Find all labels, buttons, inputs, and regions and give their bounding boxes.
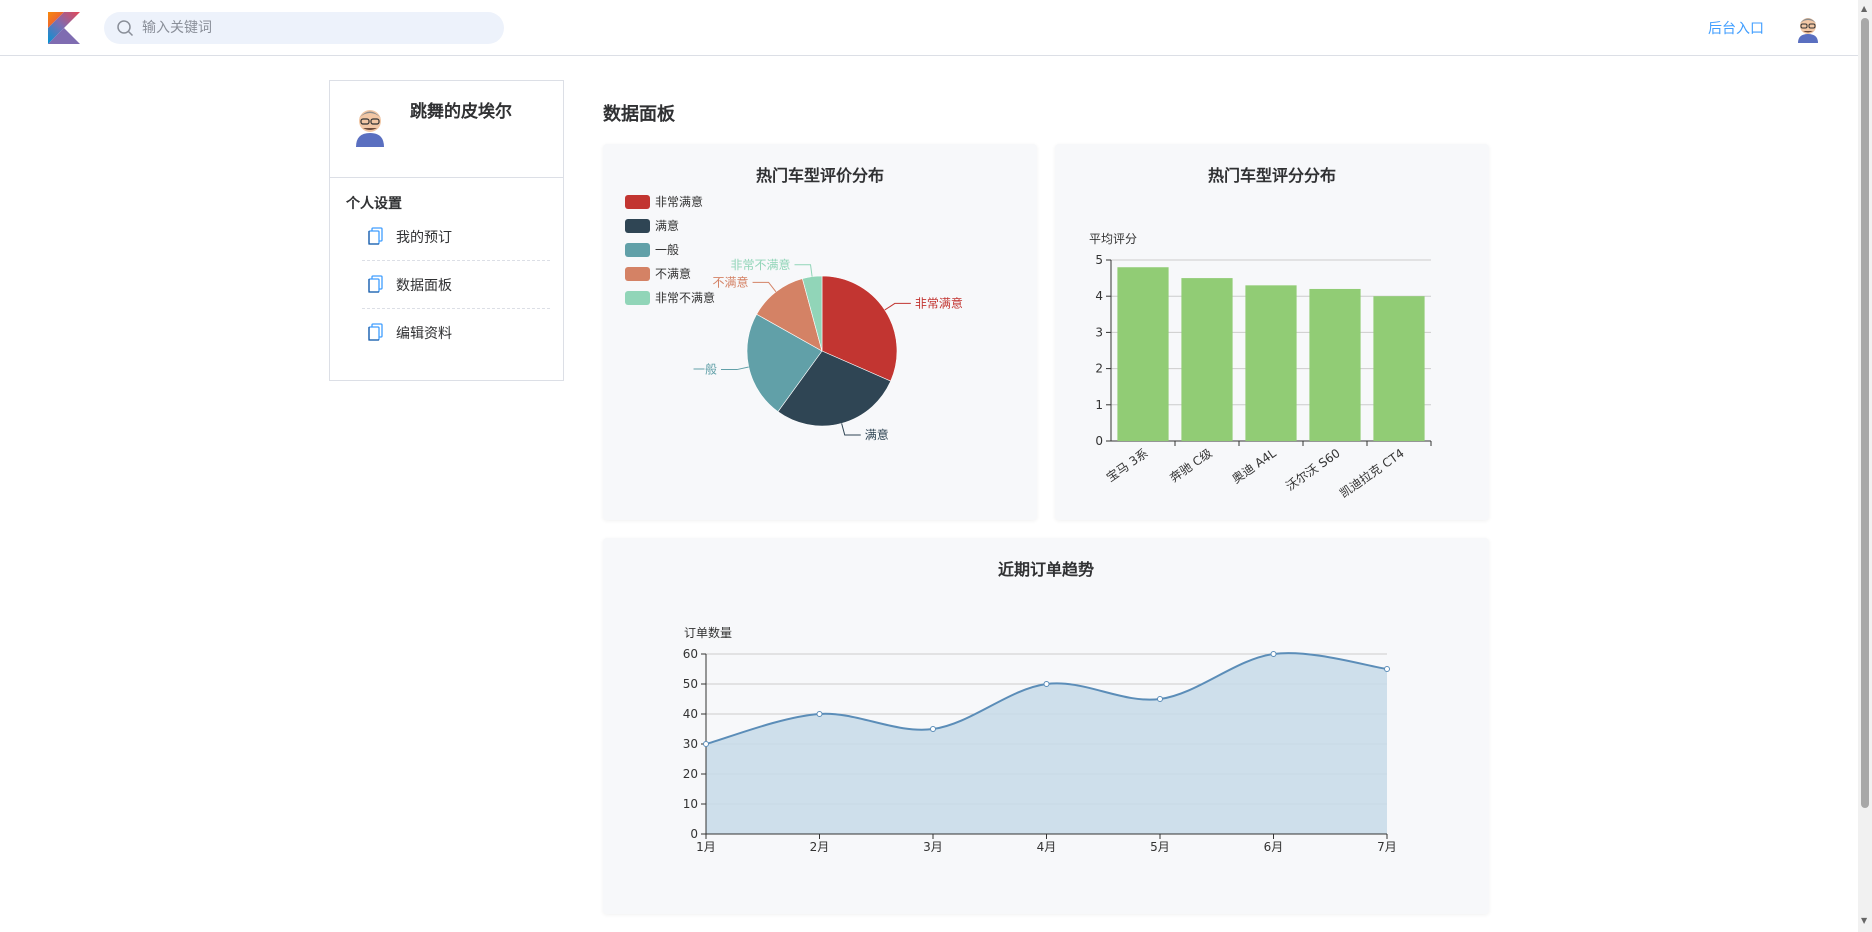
top-navbar: 后台入口 xyxy=(0,0,1858,56)
data-point xyxy=(1384,666,1390,672)
y-tick-label: 0 xyxy=(690,827,698,841)
sidebar-item-label: 数据面板 xyxy=(396,277,452,294)
data-point xyxy=(1270,651,1277,657)
bar xyxy=(1117,267,1169,441)
legend-swatch xyxy=(625,219,650,233)
bar xyxy=(1181,278,1233,441)
legend-label: 一般 xyxy=(655,242,679,257)
legend-label: 非常不满意 xyxy=(655,290,715,305)
data-point xyxy=(703,741,709,747)
bar-chart-card: 热门车型评分分布 平均评分 0 1 2 3 4 5 宝马 3系 奔驰 C级 奥迪 A4L 沃尔沃 S… xyxy=(1055,144,1489,520)
y-tick-label: 2 xyxy=(1095,362,1103,376)
x-tick-label: 1月 xyxy=(696,840,716,854)
legend-label: 满意 xyxy=(655,218,679,233)
pie-chart-card: 热门车型评价分布 非常满意 满意 一般 不满意 非常不满意 非常满意 满意 一般 不满意 非常不满… xyxy=(603,144,1037,520)
y-tick-label: 3 xyxy=(1095,325,1103,339)
user-sidebar: 跳舞的皮埃尔 个人设置 我的预订 数据面板 编辑资料 xyxy=(329,80,564,381)
y-axis-label: 订单数量 xyxy=(684,625,732,640)
bar-chart: 平均评分 0 1 2 3 4 5 宝马 3系 奔驰 C级 奥迪 A4L 沃尔沃 S60凯迪拉克 CT… xyxy=(1089,232,1432,501)
x-tick-label: 凯迪拉克 CT4 xyxy=(1337,445,1407,500)
y-tick-label: 60 xyxy=(683,647,698,661)
legend-swatch xyxy=(625,243,650,257)
sidebar-item-my-bookings[interactable]: 我的预订 xyxy=(362,213,550,261)
bar xyxy=(1309,288,1361,441)
search-box[interactable] xyxy=(104,12,504,44)
sidebar-item-label: 我的预订 xyxy=(396,229,452,246)
page-title: 数据面板 xyxy=(603,104,675,125)
document-icon xyxy=(368,226,383,245)
line-chart-card: 近期订单趋势 订单数量 0 10 20 30 40 50 60 1月 2月 3月 4月 5月 6月 7月 xyxy=(603,538,1489,914)
y-tick-label: 40 xyxy=(683,707,698,721)
legend-swatch xyxy=(625,291,650,305)
y-tick-label: 30 xyxy=(683,737,698,751)
pie-label-line xyxy=(794,264,813,277)
sidebar-item-dashboard[interactable]: 数据面板 xyxy=(362,261,550,309)
y-tick-label: 4 xyxy=(1095,289,1103,303)
search-input[interactable] xyxy=(142,12,492,44)
x-tick-label: 7月 xyxy=(1377,840,1397,854)
profile-header: 跳舞的皮埃尔 xyxy=(330,81,563,178)
data-point xyxy=(1043,681,1050,687)
user-name: 跳舞的皮埃尔 xyxy=(410,102,512,122)
data-point xyxy=(1157,696,1163,702)
x-tick-label: 2月 xyxy=(810,840,830,854)
pie-label-line xyxy=(841,423,861,436)
area-chart: 订单数量 0 10 20 30 40 50 60 1月 2月 3月 4月 5月 6月 7月 xyxy=(683,625,1397,854)
x-tick-label: 6月 xyxy=(1264,840,1284,854)
section-title: 个人设置 xyxy=(346,196,402,212)
document-icon xyxy=(368,323,383,341)
search-icon xyxy=(117,20,134,37)
x-tick-label: 沃尔沃 S60 xyxy=(1283,445,1343,493)
pie-label-line xyxy=(752,281,777,293)
scrollbar-thumb[interactable] xyxy=(1861,18,1869,808)
legend-swatch xyxy=(625,267,650,281)
y-tick-label: 50 xyxy=(683,677,698,691)
user-avatar xyxy=(356,110,384,147)
user-avatar[interactable] xyxy=(1792,12,1824,44)
pie-chart: 非常满意满意一般不满意非常不满意 非常满意满意一般不满意非常不满意 xyxy=(625,194,963,442)
sidebar-menu: 我的预订 数据面板 编辑资料 xyxy=(362,213,550,357)
sidebar-item-edit-profile[interactable]: 编辑资料 xyxy=(362,309,550,357)
x-tick-label: 宝马 3系 xyxy=(1104,446,1151,485)
pie-label-line xyxy=(721,366,749,371)
pie-label: 满意 xyxy=(865,427,889,442)
pie-label: 非常不满意 xyxy=(731,257,791,272)
legend-label: 不满意 xyxy=(655,266,691,281)
y-axis-label: 平均评分 xyxy=(1089,232,1137,246)
data-point xyxy=(930,726,936,732)
x-tick-label: 奥迪 A4L xyxy=(1229,446,1279,487)
data-point xyxy=(816,711,823,717)
page-scrollbar[interactable]: ▲ ▼ xyxy=(1858,0,1872,932)
legend-swatch xyxy=(625,195,650,209)
y-tick-label: 1 xyxy=(1095,398,1103,412)
y-tick-label: 10 xyxy=(683,797,698,811)
bar xyxy=(1373,296,1425,441)
admin-entry-link[interactable]: 后台入口 xyxy=(1708,18,1764,38)
y-tick-label: 20 xyxy=(683,767,698,781)
x-tick-label: 4月 xyxy=(1037,840,1057,854)
pie-label: 不满意 xyxy=(713,274,749,289)
y-tick-label: 5 xyxy=(1095,253,1103,267)
x-tick-label: 5月 xyxy=(1150,840,1170,854)
x-tick-label: 奔驰 C级 xyxy=(1167,446,1215,485)
document-icon xyxy=(368,274,383,293)
x-tick-label: 3月 xyxy=(923,840,943,854)
pie-label-line xyxy=(884,302,911,311)
pie-label: 一般 xyxy=(693,362,717,377)
sidebar-item-label: 编辑资料 xyxy=(396,326,452,342)
legend-label: 非常满意 xyxy=(655,194,703,209)
kotlin-logo-icon[interactable] xyxy=(48,12,80,44)
y-tick-label: 0 xyxy=(1095,434,1103,448)
pie-label: 非常满意 xyxy=(915,295,963,310)
bar xyxy=(1245,285,1297,441)
area-fill xyxy=(706,653,1387,834)
